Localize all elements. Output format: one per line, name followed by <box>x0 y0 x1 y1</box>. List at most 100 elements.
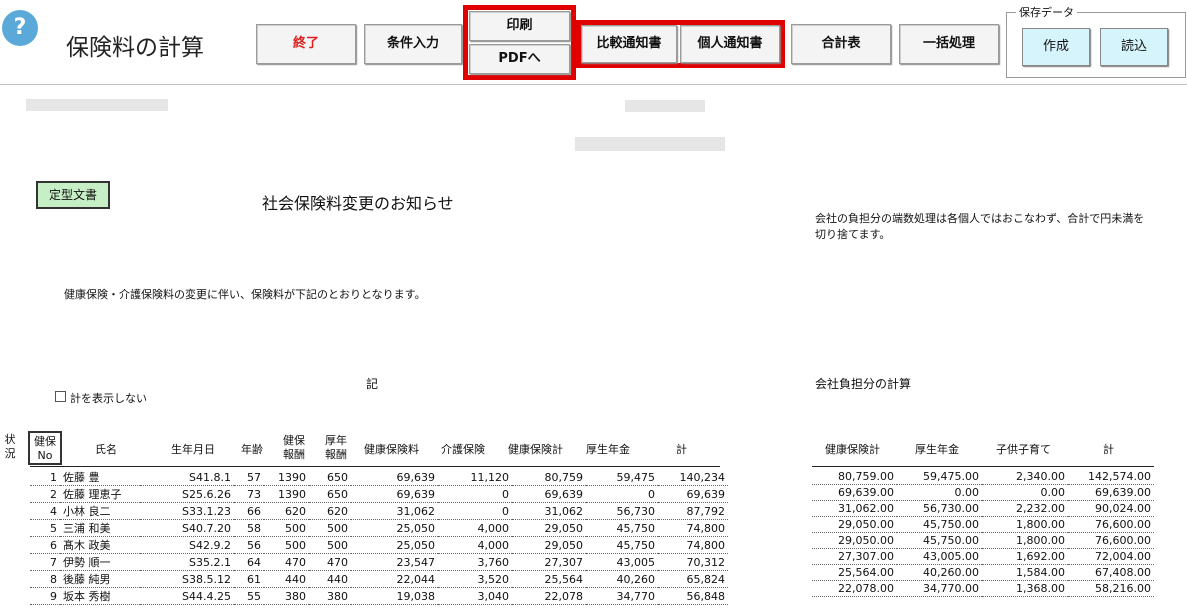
cell-t: 69,639.00 <box>1068 484 1154 501</box>
cell-ht: 31,062.00 <box>812 500 897 517</box>
conditions-button[interactable]: 条件入力 <box>364 24 462 64</box>
cell-name: 伊勢 順一 <box>60 553 140 571</box>
table-row: 22,078.00 34,770.00 1,368.00 58,216.00 <box>812 580 1154 597</box>
cell-pe: 0.00 <box>897 484 982 501</box>
cell-kn: 500 <box>309 519 351 537</box>
cell-no: 5 <box>30 519 60 537</box>
table-row: 31,062.00 56,730.00 2,232.00 90,024.00 <box>812 500 1154 517</box>
cell-ht: 29,050 <box>512 519 586 537</box>
care-ins-header: 介護保険 <box>441 443 485 456</box>
cell-pe: 34,770.00 <box>897 580 982 597</box>
cell-pe: 40,260.00 <box>897 564 982 581</box>
cell-ci: 0 <box>438 502 512 520</box>
batch-button[interactable]: 一括処理 <box>899 24 999 64</box>
cell-ch: 1,800.00 <box>982 516 1068 533</box>
cell-t: 67,408.00 <box>1068 564 1154 581</box>
cell-ht: 25,564.00 <box>812 564 897 581</box>
status-header: 状況 <box>4 433 16 460</box>
print-button[interactable]: 印刷 <box>469 11 570 41</box>
cell-kn: 650 <box>309 469 351 486</box>
cell-kn: 470 <box>309 553 351 571</box>
cell-no: 4 <box>30 502 60 520</box>
cell-pe: 56,730.00 <box>897 500 982 517</box>
cell-age: 56 <box>234 536 264 554</box>
name-header: 氏名 <box>95 443 117 456</box>
cell-pe: 40,260 <box>586 570 658 588</box>
pdf-button[interactable]: PDFへ <box>469 44 570 74</box>
cell-t: 142,574.00 <box>1068 469 1154 485</box>
cell-birth: S35.2.1 <box>140 553 234 571</box>
cell-t: 76,600.00 <box>1068 516 1154 533</box>
end-button[interactable]: 終了 <box>256 24 356 64</box>
cell-t: 87,792 <box>658 502 728 520</box>
cell-birth: S41.8.1 <box>140 469 234 486</box>
cell-ch: 1,800.00 <box>982 532 1068 549</box>
cell-birth: S42.9.2 <box>140 536 234 554</box>
cell-kp: 500 <box>264 536 309 554</box>
cell-birth: S40.7.20 <box>140 519 234 537</box>
cell-no: 7 <box>30 553 60 571</box>
cell-kn: 440 <box>309 570 351 588</box>
cell-t: 70,312 <box>658 553 728 571</box>
ki-label: 記 <box>366 377 379 391</box>
table-row: 29,050.00 45,750.00 1,800.00 76,600.00 <box>812 532 1154 549</box>
table-row: 8 後藤 純男 S38.5.12 61 440 440 22,044 3,520 25,564 4… <box>30 570 728 588</box>
cell-ci: 3,760 <box>438 553 512 571</box>
cell-hi: 69,639 <box>351 469 438 486</box>
cell-hi: 31,062 <box>351 502 438 520</box>
cell-name: 小林 良二 <box>60 502 140 520</box>
help-icon[interactable]: ? <box>2 10 38 46</box>
cell-t: 74,800 <box>658 536 728 554</box>
header-rule <box>30 466 720 467</box>
r-pension-header: 厚生年金 <box>915 443 959 456</box>
create-button[interactable]: 作成 <box>1022 28 1090 66</box>
cell-age: 55 <box>234 587 264 605</box>
cell-t: 76,600.00 <box>1068 532 1154 549</box>
cell-ht: 69,639 <box>512 485 586 503</box>
cell-ci: 11,120 <box>438 469 512 486</box>
redacted-text <box>625 100 705 112</box>
cell-t: 72,004.00 <box>1068 548 1154 565</box>
redacted-text <box>575 137 725 151</box>
table-row: 6 髙木 政美 S42.9.2 56 500 500 25,050 4,000 29,050 45… <box>30 536 728 554</box>
load-button[interactable]: 読込 <box>1100 28 1168 66</box>
cell-no: 6 <box>30 536 60 554</box>
compare-notice-button[interactable]: 比較通知書 <box>581 25 677 63</box>
cell-t: 58,216.00 <box>1068 580 1154 597</box>
intro-text: 健康保険・介護保険料の変更に伴い、保険料が下記のとおりとなります。 <box>64 288 426 301</box>
notice-heading: 社会保険料変更のお知らせ <box>262 194 454 213</box>
r-header-rule <box>812 466 1154 467</box>
table-row: 5 三浦 和美 S40.7.20 58 500 500 25,050 4,000 29,050 4… <box>30 519 728 537</box>
cell-kn: 650 <box>309 485 351 503</box>
cell-ht: 25,564 <box>512 570 586 588</box>
cell-age: 61 <box>234 570 264 588</box>
cell-pe: 45,750.00 <box>897 532 982 549</box>
cell-no: 9 <box>30 587 60 605</box>
cell-ht: 69,639.00 <box>812 484 897 501</box>
table-row: 27,307.00 43,005.00 1,692.00 72,004.00 <box>812 548 1154 565</box>
cell-pe: 59,475 <box>586 469 658 486</box>
cell-ch: 2,232.00 <box>982 500 1068 517</box>
r-health-total-header: 健康保険計 <box>825 443 880 456</box>
hide-total-checkbox[interactable] <box>55 391 66 402</box>
kenpo-pay-header: 健保報酬 <box>283 434 305 461</box>
summary-button[interactable]: 合計表 <box>791 24 891 64</box>
cell-age: 58 <box>234 519 264 537</box>
personal-notice-button[interactable]: 個人通知書 <box>680 25 780 63</box>
table-row: 4 小林 良二 S33.1.23 66 620 620 31,062 0 31,062 56,73… <box>30 502 728 520</box>
cell-t: 140,234 <box>658 469 728 486</box>
kenpo-no-header[interactable]: 健保No <box>28 431 62 465</box>
cell-pe: 45,750 <box>586 536 658 554</box>
cell-pe: 0 <box>586 485 658 503</box>
cell-no: 2 <box>30 485 60 503</box>
r-child-header: 子供子育て <box>996 443 1051 456</box>
cell-ht: 22,078 <box>512 587 586 605</box>
cell-ht: 29,050.00 <box>812 532 897 549</box>
cell-ht: 80,759.00 <box>812 469 897 485</box>
save-data-legend: 保存データ <box>1016 4 1077 20</box>
template-button[interactable]: 定型文書 <box>36 181 110 209</box>
cell-birth: S38.5.12 <box>140 570 234 588</box>
cell-name: 坂本 秀樹 <box>60 587 140 605</box>
cell-name: 佐藤 理恵子 <box>60 485 140 503</box>
cell-hi: 23,547 <box>351 553 438 571</box>
